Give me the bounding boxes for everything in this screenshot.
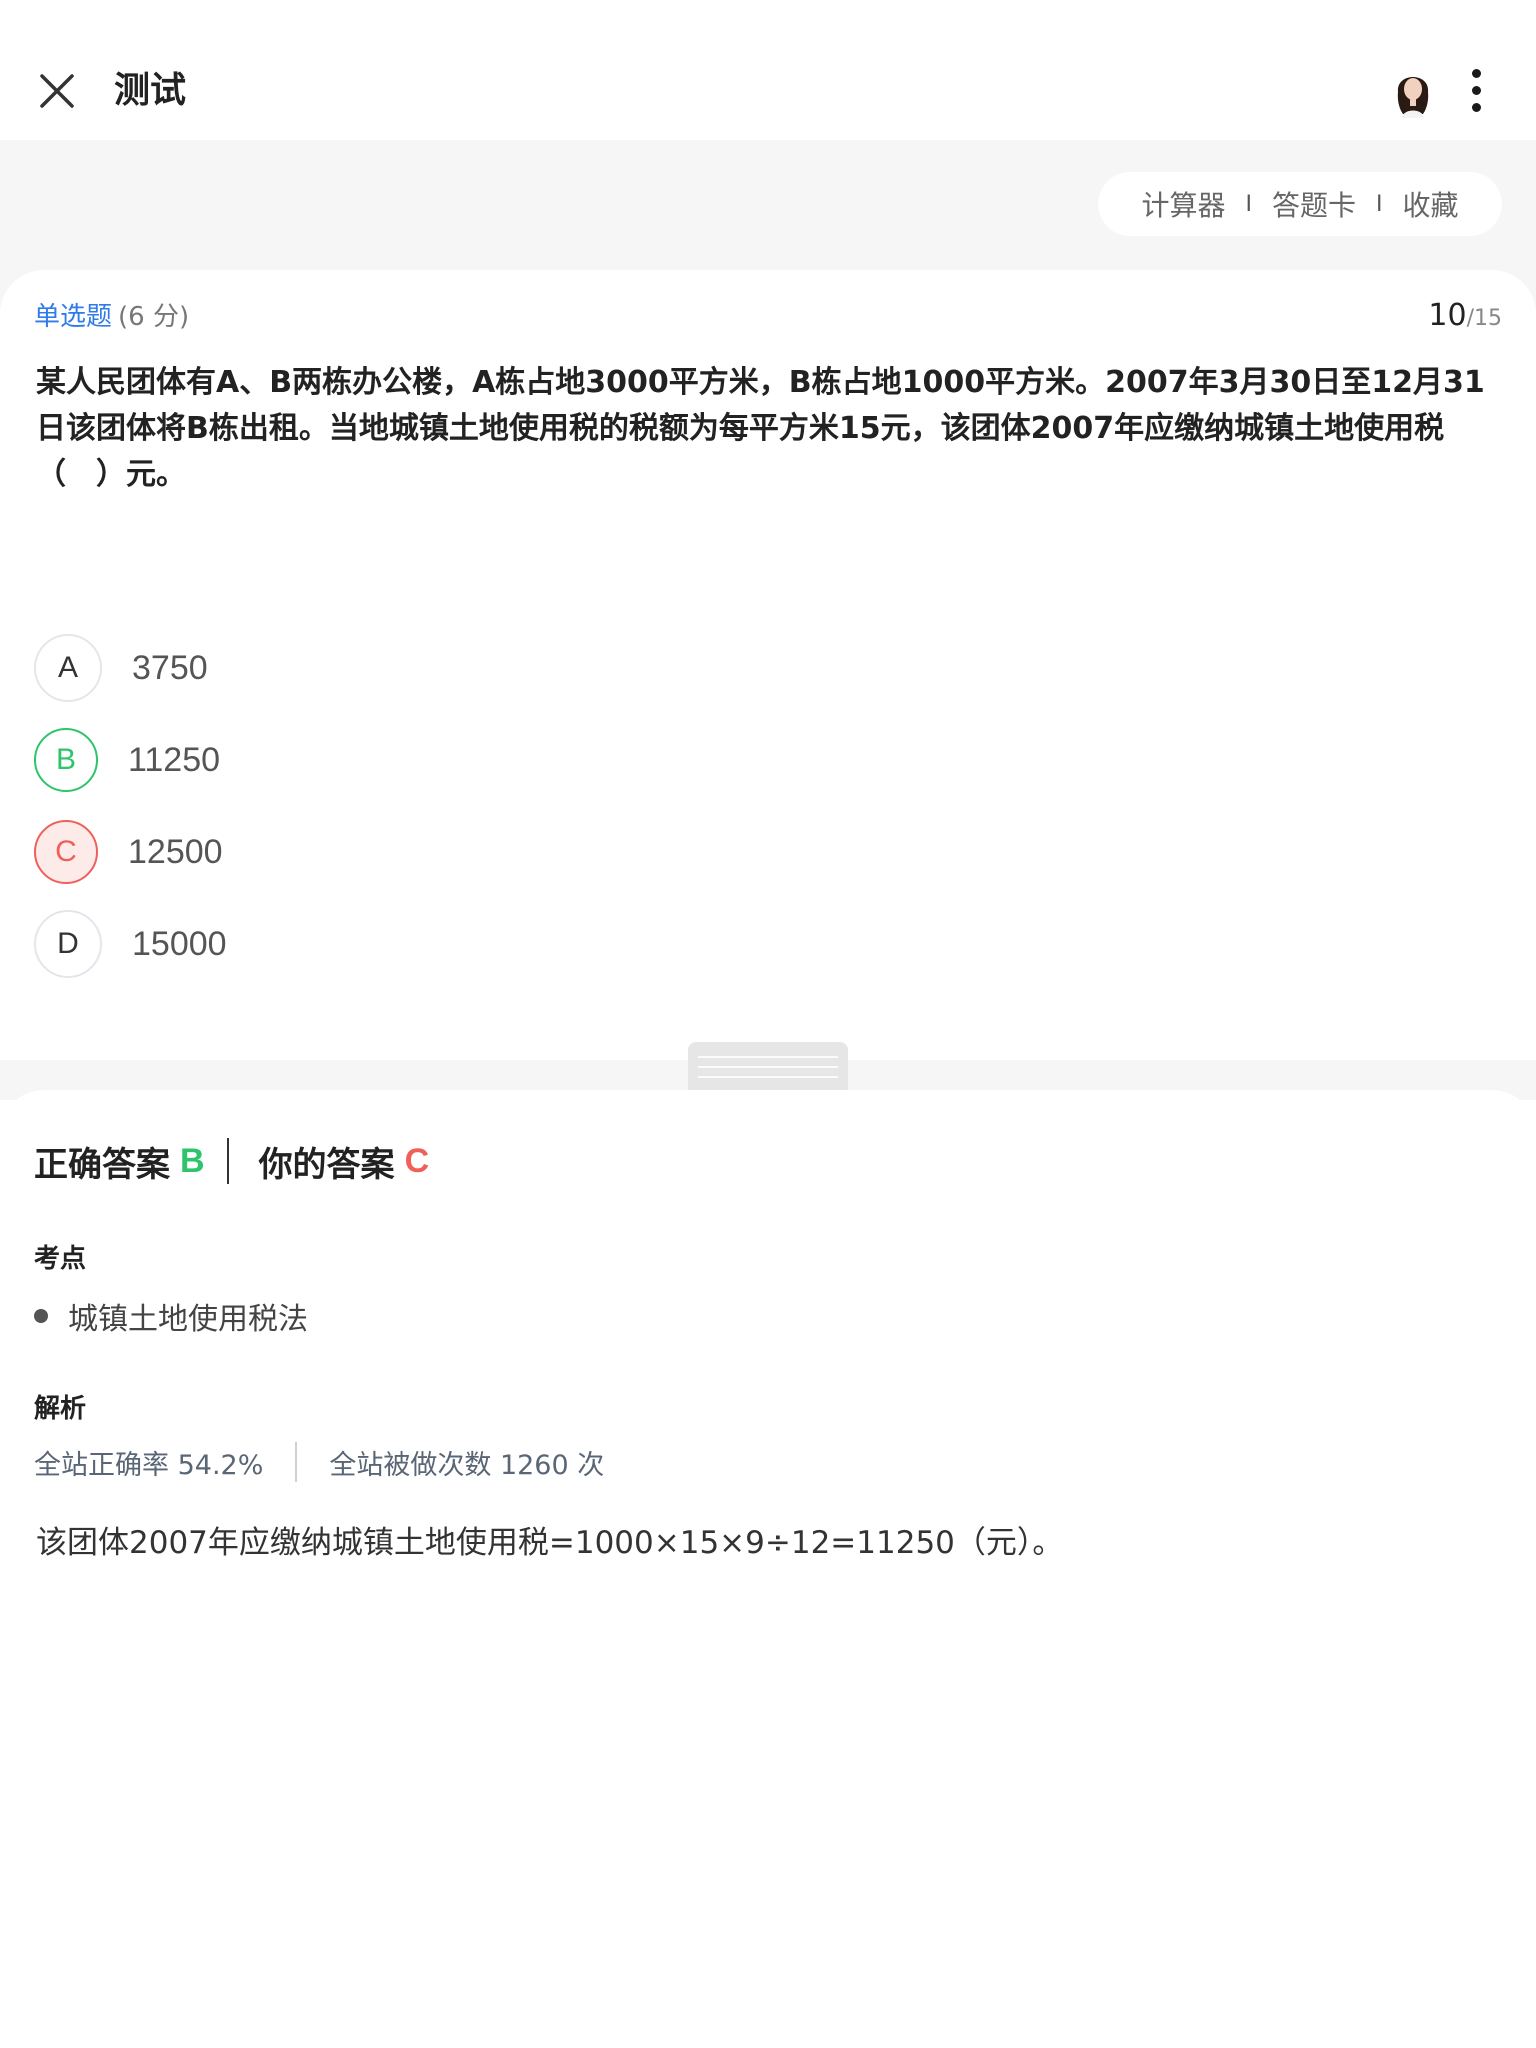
analysis-panel	[0, 1090, 1536, 2048]
page: 测试 计算器 I 答题卡 I 收藏 单选题 (6 分) 10/15 某人民团体有A	[0, 0, 1536, 2048]
answer-summary: 正确答案 B 你的答案 C	[34, 1136, 429, 1186]
calculator-button[interactable]: 计算器	[1137, 184, 1229, 224]
option-b[interactable]: B 11250	[34, 724, 734, 796]
option-text: 15000	[132, 924, 227, 963]
your-answer-label: 你的答案	[258, 1144, 395, 1185]
more-vertical-icon	[1471, 69, 1481, 78]
answer-divider	[226, 1138, 229, 1184]
accuracy-stat: 全站正确率 54.2%	[34, 1449, 264, 1481]
option-text: 12500	[128, 832, 223, 871]
question-score: (6 分)	[118, 302, 190, 332]
toolbar-separator: I	[1245, 191, 1252, 217]
handle-line	[698, 1056, 838, 1058]
panel-drag-handle[interactable]	[688, 1042, 848, 1092]
bullet-icon	[34, 1309, 48, 1323]
question-progress: 10/15	[1428, 298, 1502, 337]
favorite-button[interactable]: 收藏	[1399, 184, 1463, 224]
option-key: D	[34, 910, 102, 978]
handle-line	[698, 1076, 838, 1078]
question-total: /15	[1466, 306, 1502, 331]
option-c[interactable]: C 12500	[34, 816, 734, 888]
handle-line	[698, 1066, 838, 1068]
user-avatar-icon	[1397, 77, 1429, 118]
toolbar-separator: I	[1376, 191, 1383, 217]
knowledge-point-label: 城镇土地使用税法	[68, 1302, 308, 1337]
top-bar: 测试	[0, 0, 1536, 140]
more-dot	[1471, 103, 1481, 112]
question-toolbar: 计算器 I 答题卡 I 收藏	[1098, 172, 1502, 236]
option-text: 11250	[128, 740, 221, 779]
your-answer-value: C	[404, 1141, 430, 1180]
correct-answer-value: B	[180, 1141, 205, 1180]
stats-divider	[295, 1442, 298, 1482]
option-text: 3750	[132, 648, 208, 687]
question-text: 某人民团体有A、B两栋办公楼，A栋占地3000平方米，B栋占地1000平方米。2…	[36, 365, 1485, 492]
option-key: C	[34, 820, 98, 884]
analysis-text: 该团体2007年应缴纳城镇土地使用税=1000×15×9÷12=11250（元）…	[36, 1525, 1064, 1561]
page-title: 测试	[114, 70, 187, 111]
option-a[interactable]: A 3750	[34, 632, 734, 704]
close-button[interactable]	[34, 68, 80, 114]
option-key: B	[34, 728, 98, 792]
analysis-title: 解析	[34, 1394, 87, 1424]
question-type: 单选题 (6 分)	[34, 300, 189, 334]
close-icon	[40, 74, 74, 108]
answer-card-button[interactable]: 答题卡	[1268, 184, 1360, 224]
more-dot	[1471, 86, 1481, 95]
knowledge-point-item[interactable]: 城镇土地使用税法	[34, 1294, 308, 1338]
analysis-stats: 全站正确率 54.2% 全站被做次数 1260 次	[34, 1442, 604, 1482]
attempts-stat: 全站被做次数 1260 次	[329, 1449, 605, 1481]
correct-answer-label: 正确答案	[34, 1144, 170, 1185]
avatar[interactable]	[1388, 62, 1438, 118]
option-key: A	[34, 634, 102, 702]
option-d[interactable]: D 15000	[34, 908, 734, 980]
knowledge-point-title: 考点	[34, 1244, 87, 1274]
question-current: 10	[1428, 298, 1467, 333]
more-button[interactable]	[1460, 64, 1492, 114]
question-type-label: 单选题	[34, 302, 113, 332]
